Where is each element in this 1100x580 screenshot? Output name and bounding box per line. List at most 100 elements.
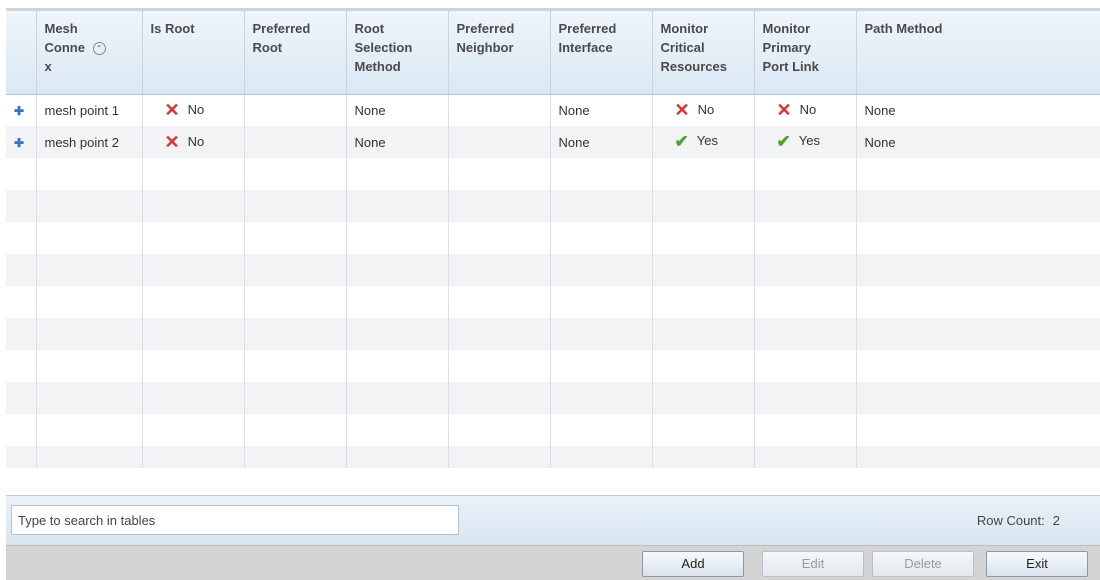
empty-cell — [346, 414, 449, 446]
empty-cell — [6, 286, 37, 318]
empty-cell — [754, 446, 857, 468]
empty-cell — [244, 446, 347, 468]
empty-cell — [856, 350, 1100, 382]
preferred-neighbor-cell — [448, 126, 551, 158]
empty-cell — [36, 446, 143, 468]
column-header-preferred-root[interactable]: Preferred Root — [244, 11, 347, 95]
empty-cell — [652, 158, 755, 190]
table-row[interactable]: ✚ mesh point 2 ✕ No None None ✔ Yes ✔ Yes None — [6, 126, 1100, 158]
empty-row — [6, 222, 1100, 254]
sort-icon[interactable]: ⌃ — [92, 42, 106, 56]
empty-cell — [244, 254, 347, 286]
edit-button[interactable]: Edit — [762, 551, 864, 577]
empty-cell — [550, 446, 653, 468]
row-count-label: Row Count: — [976, 513, 1045, 528]
empty-cell — [652, 446, 755, 468]
x-icon: ✕ — [164, 99, 180, 120]
empty-cell — [448, 414, 551, 446]
mesh-table: Mesh Conne ⌃ x Is Root Preferred Root Root S… — [6, 11, 1100, 468]
empty-cell — [652, 350, 755, 382]
is-root-cell-text: No — [187, 133, 205, 149]
empty-cell — [6, 446, 37, 468]
x-icon: ✕ — [674, 99, 690, 120]
empty-cell — [448, 286, 551, 318]
empty-cell — [856, 446, 1100, 468]
empty-cell — [6, 382, 37, 414]
empty-row — [6, 286, 1100, 318]
empty-cell — [448, 158, 551, 190]
is-root-cell-text: No — [187, 101, 205, 117]
column-header-mesh-connex[interactable]: Mesh Conne ⌃ x — [36, 11, 143, 95]
column-header-root-selection-method[interactable]: Root Selection Method — [346, 11, 449, 95]
add-button[interactable]: Add — [642, 551, 744, 577]
root-selection-method-cell: None — [346, 126, 449, 158]
exit-button[interactable]: Exit — [986, 551, 1088, 577]
monitor-critical-resources-cell-text: No — [697, 101, 715, 117]
empty-cell — [36, 254, 143, 286]
empty-cell — [6, 222, 37, 254]
empty-cell — [346, 318, 449, 350]
table-header-row: Mesh Conne ⌃ x Is Root Preferred Root Root S… — [6, 11, 1100, 95]
empty-cell — [36, 318, 143, 350]
root-selection-method-cell: None — [346, 94, 449, 126]
empty-cell — [550, 222, 653, 254]
column-header-path-method[interactable]: Path Method — [856, 11, 1100, 95]
column-header-monitor-primary-port-link[interactable]: Monitor Primary Port Link — [754, 11, 857, 95]
expand-plus-icon[interactable]: ✚ — [14, 136, 24, 150]
empty-cell — [448, 318, 551, 350]
empty-cell — [142, 190, 245, 222]
mesh-connex-cell: mesh point 1 — [36, 94, 143, 126]
empty-cell — [448, 382, 551, 414]
mesh-connex-cell: mesh point 2 — [36, 126, 143, 158]
empty-cell — [346, 190, 449, 222]
column-header-is-root[interactable]: Is Root — [142, 11, 245, 95]
empty-row — [6, 414, 1100, 446]
empty-cell — [856, 382, 1100, 414]
empty-cell — [6, 254, 37, 286]
empty-cell — [6, 318, 37, 350]
empty-cell — [346, 222, 449, 254]
empty-cell — [244, 286, 347, 318]
empty-cell — [244, 382, 347, 414]
expand-cell: ✚ — [6, 126, 37, 158]
expand-plus-icon[interactable]: ✚ — [14, 104, 24, 118]
empty-cell — [448, 350, 551, 382]
preferred-root-cell — [244, 126, 347, 158]
empty-cell — [856, 222, 1100, 254]
empty-cell — [550, 158, 653, 190]
column-header-preferred-interface[interactable]: Preferred Interface — [550, 11, 653, 95]
monitor-primary-port-link-cell-text: No — [799, 101, 817, 117]
empty-row — [6, 382, 1100, 414]
empty-cell — [550, 254, 653, 286]
table-row[interactable]: ✚ mesh point 1 ✕ No None None ✕ No ✕ No None — [6, 94, 1100, 126]
empty-cell — [36, 414, 143, 446]
empty-cell — [856, 190, 1100, 222]
monitor-primary-port-link-cell: ✕ No — [754, 94, 857, 126]
empty-cell — [244, 190, 347, 222]
empty-cell — [754, 382, 857, 414]
empty-cell — [36, 222, 143, 254]
empty-row — [6, 158, 1100, 190]
empty-cell — [346, 158, 449, 190]
column-header-monitor-critical-resources[interactable]: Monitor Critical Resources — [652, 11, 755, 95]
search-input[interactable] — [11, 505, 459, 535]
empty-cell — [856, 318, 1100, 350]
delete-button[interactable]: Delete — [872, 551, 974, 577]
column-header-preferred-neighbor[interactable]: Preferred Neighbor — [448, 11, 551, 95]
is-root-cell: ✕ No — [142, 126, 245, 158]
empty-cell — [550, 318, 653, 350]
empty-cell — [244, 222, 347, 254]
path-method-cell: None — [856, 126, 1100, 158]
empty-cell — [754, 286, 857, 318]
empty-cell — [652, 382, 755, 414]
empty-cell — [244, 318, 347, 350]
x-icon: ✕ — [164, 131, 180, 152]
empty-cell — [754, 318, 857, 350]
mesh-table-panel: Mesh Conne ⌃ x Is Root Preferred Root Root S… — [6, 8, 1100, 580]
empty-cell — [550, 382, 653, 414]
empty-cell — [142, 222, 245, 254]
empty-cell — [142, 382, 245, 414]
empty-cell — [856, 254, 1100, 286]
empty-cell — [142, 286, 245, 318]
empty-cell — [856, 414, 1100, 446]
